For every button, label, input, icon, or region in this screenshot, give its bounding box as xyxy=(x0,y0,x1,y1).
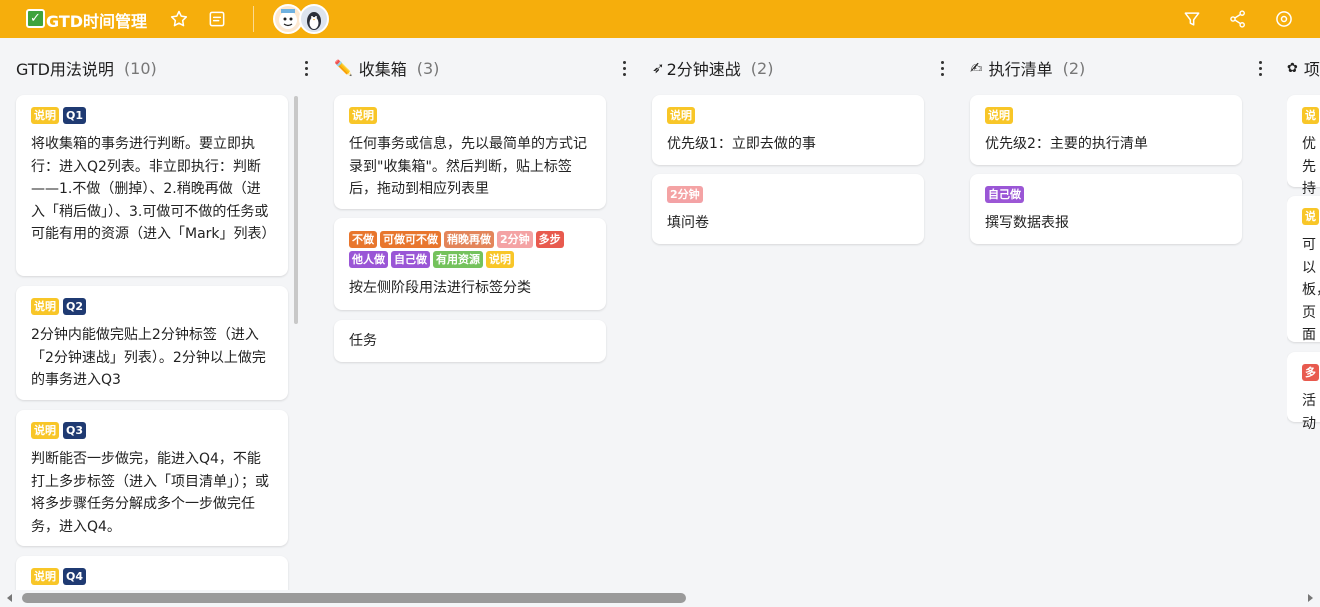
card-priority1[interactable]: 说明 优先级1：立即去做的事 xyxy=(652,95,924,165)
scroll-left-arrow-icon[interactable] xyxy=(6,594,14,602)
card-text: 填问卷 xyxy=(667,215,709,231)
board-title[interactable]: GTD时间管理 xyxy=(46,8,147,32)
card-partial[interactable]: 说 优先持续 xyxy=(1287,95,1320,220)
star-icon[interactable] xyxy=(167,7,191,31)
card-text: 优先级2：主要的执行清单 xyxy=(985,136,1148,152)
arrow-icon: ➶ xyxy=(652,59,665,77)
label-q2: Q2 xyxy=(63,298,87,315)
list-scrollbar[interactable] xyxy=(294,96,298,324)
card-task[interactable]: 任务 xyxy=(334,320,606,362)
card-q2[interactable]: 说明 Q2 2分钟内能做完贴上2分钟标签（进入「2分钟速战」列表）。2分钟以上做… xyxy=(16,286,288,400)
label-self: 自己做 xyxy=(985,186,1024,203)
label-later: 稍晚再做 xyxy=(444,231,494,248)
list-menu-icon[interactable] xyxy=(1252,56,1268,80)
card-q4[interactable]: 说明 Q4 xyxy=(16,556,288,590)
list-gtd-usage: GTD用法说明 (10) 说明 Q1 将收集箱的事务进行判断。要立即执行：进入Q… xyxy=(16,38,308,590)
label-explain: 说 xyxy=(1302,208,1319,225)
list-menu-icon[interactable] xyxy=(298,56,314,80)
label-explain: 说明 xyxy=(349,107,377,124)
label-2min: 2分钟 xyxy=(667,186,703,203)
list-count: (2) xyxy=(750,58,774,78)
list-execution: ✍ 执行清单 (2) 说明 优先级2：主要的执行清单 自己做 撰写数据表报 xyxy=(970,38,1262,590)
label-explain: 说明 xyxy=(985,107,1013,124)
list-header: ✍ 执行清单 (2) xyxy=(970,56,1262,80)
toolbar-divider xyxy=(253,6,254,32)
checkbox-emoji-icon: ✓ xyxy=(26,9,45,28)
share-icon[interactable] xyxy=(1226,7,1250,31)
card-report[interactable]: 自己做 撰写数据表报 xyxy=(970,174,1242,244)
card-priority2[interactable]: 说明 优先级2：主要的执行清单 xyxy=(970,95,1242,165)
label-explain: 说明 xyxy=(31,568,59,585)
settings-icon[interactable] xyxy=(1272,7,1296,31)
card-inbox-explain[interactable]: 说明 任何事务或信息，先以最简单的方式记录到"收集箱"。然后判断，贴上标签后，拖… xyxy=(334,95,606,209)
list-header: ✏️ 收集箱 (3) xyxy=(334,56,626,80)
list-inbox: ✏️ 收集箱 (3) 说明 任何事务或信息，先以最简单的方式记录到"收集箱"。然… xyxy=(334,38,626,590)
description-icon[interactable] xyxy=(205,7,229,31)
list-title[interactable]: 项 xyxy=(1304,56,1320,80)
card-partial[interactable]: 多 活动 xyxy=(1287,352,1320,432)
card-text: 判断能否一步做完，能进入Q4，不能打上多步标签（进入「项目清单」）；或将多步骤任… xyxy=(31,451,269,535)
label-q3: Q3 xyxy=(63,422,87,439)
card-text: 按左侧阶段用法进行标签分类 xyxy=(349,280,531,296)
label-q1: Q1 xyxy=(63,107,87,124)
card-text: 可以板，页面 xyxy=(1302,237,1320,343)
flower-icon: ✿ xyxy=(1287,60,1298,76)
label-skip: 不做 xyxy=(349,231,377,248)
list-header: GTD用法说明 (10) xyxy=(16,56,308,80)
card-text: 活动 xyxy=(1302,393,1316,432)
label-self: 自己做 xyxy=(391,251,430,268)
card-survey[interactable]: 2分钟 填问卷 xyxy=(652,174,924,244)
top-bar: ✓ GTD时间管理 xyxy=(0,0,1320,38)
board: GTD用法说明 (10) 说明 Q1 将收集箱的事务进行判断。要立即执行：进入Q… xyxy=(0,38,1320,590)
label-2min: 2分钟 xyxy=(497,231,533,248)
label-q4: Q4 xyxy=(63,568,87,585)
card-q3[interactable]: 说明 Q3 判断能否一步做完，能进入Q4，不能打上多步标签（进入「项目清单」）；… xyxy=(16,410,288,546)
label-multistep: 多步 xyxy=(535,231,564,248)
list-menu-icon[interactable] xyxy=(616,56,632,80)
list-header: ✿ 项 xyxy=(1287,56,1320,80)
card-text: 任何事务或信息，先以最简单的方式记录到"收集箱"。然后判断，贴上标签后，拖动到相… xyxy=(349,136,587,197)
card-text: 任务 xyxy=(349,333,377,349)
label-explain: 说明 xyxy=(486,251,514,268)
label-delegate: 他人做 xyxy=(349,251,388,268)
label-explain: 说明 xyxy=(31,422,59,439)
member-avatars[interactable] xyxy=(273,4,331,34)
filter-icon[interactable] xyxy=(1180,7,1204,31)
scroll-right-arrow-icon[interactable] xyxy=(1306,594,1314,602)
list-2min: ➶ 2分钟速战 (2) 说明 优先级1：立即去做的事 2分钟 填问卷 xyxy=(652,38,944,590)
card-label-guide[interactable]: 不做 可做可不做 稍晚再做 2分钟 多步 他人做 自己做 有用资源 说明 按左侧… xyxy=(334,218,606,310)
label-explain: 说明 xyxy=(667,107,695,124)
card-partial[interactable]: 说 可以板，页面 xyxy=(1287,196,1320,365)
card-text: 优先级1：立即去做的事 xyxy=(667,136,816,152)
card-text: 撰写数据表报 xyxy=(985,215,1069,231)
card-text: 将收集箱的事务进行判断。要立即执行：进入Q2列表。非立即执行：判断——1.不做（… xyxy=(31,136,276,242)
pencil-icon: ✏️ xyxy=(334,59,353,77)
list-header: ➶ 2分钟速战 (2) xyxy=(652,56,944,80)
list-count: (10) xyxy=(123,58,157,78)
label-explain: 说 xyxy=(1302,107,1319,124)
list-title[interactable]: GTD用法说明 xyxy=(16,56,114,80)
label-explain: 说明 xyxy=(31,298,59,315)
label-resource: 有用资源 xyxy=(433,251,483,268)
horizontal-scrollbar-thumb[interactable] xyxy=(22,593,686,603)
card-q1[interactable]: 说明 Q1 将收集箱的事务进行判断。要立即执行：进入Q2列表。非立即执行：判断—… xyxy=(16,95,288,276)
list-title[interactable]: 收集箱 xyxy=(359,56,407,80)
list-title[interactable]: 执行清单 xyxy=(989,56,1053,80)
writing-hand-icon: ✍ xyxy=(970,59,983,77)
list-count: (2) xyxy=(1062,58,1086,78)
list-count: (3) xyxy=(416,58,440,78)
list-menu-icon[interactable] xyxy=(934,56,950,80)
avatar[interactable] xyxy=(299,4,329,34)
label-multistep: 多 xyxy=(1302,364,1319,381)
card-text: 2分钟内能做完贴上2分钟标签（进入「2分钟速战」列表）。2分钟以上做完的事务进入… xyxy=(31,327,266,388)
list-projects: ✿ 项 说 优先持续 说 可以板，页面 多 活动 xyxy=(1287,38,1320,590)
list-title[interactable]: 2分钟速战 xyxy=(667,56,741,80)
label-optional: 可做可不做 xyxy=(380,231,441,248)
label-explain: 说明 xyxy=(31,107,59,124)
